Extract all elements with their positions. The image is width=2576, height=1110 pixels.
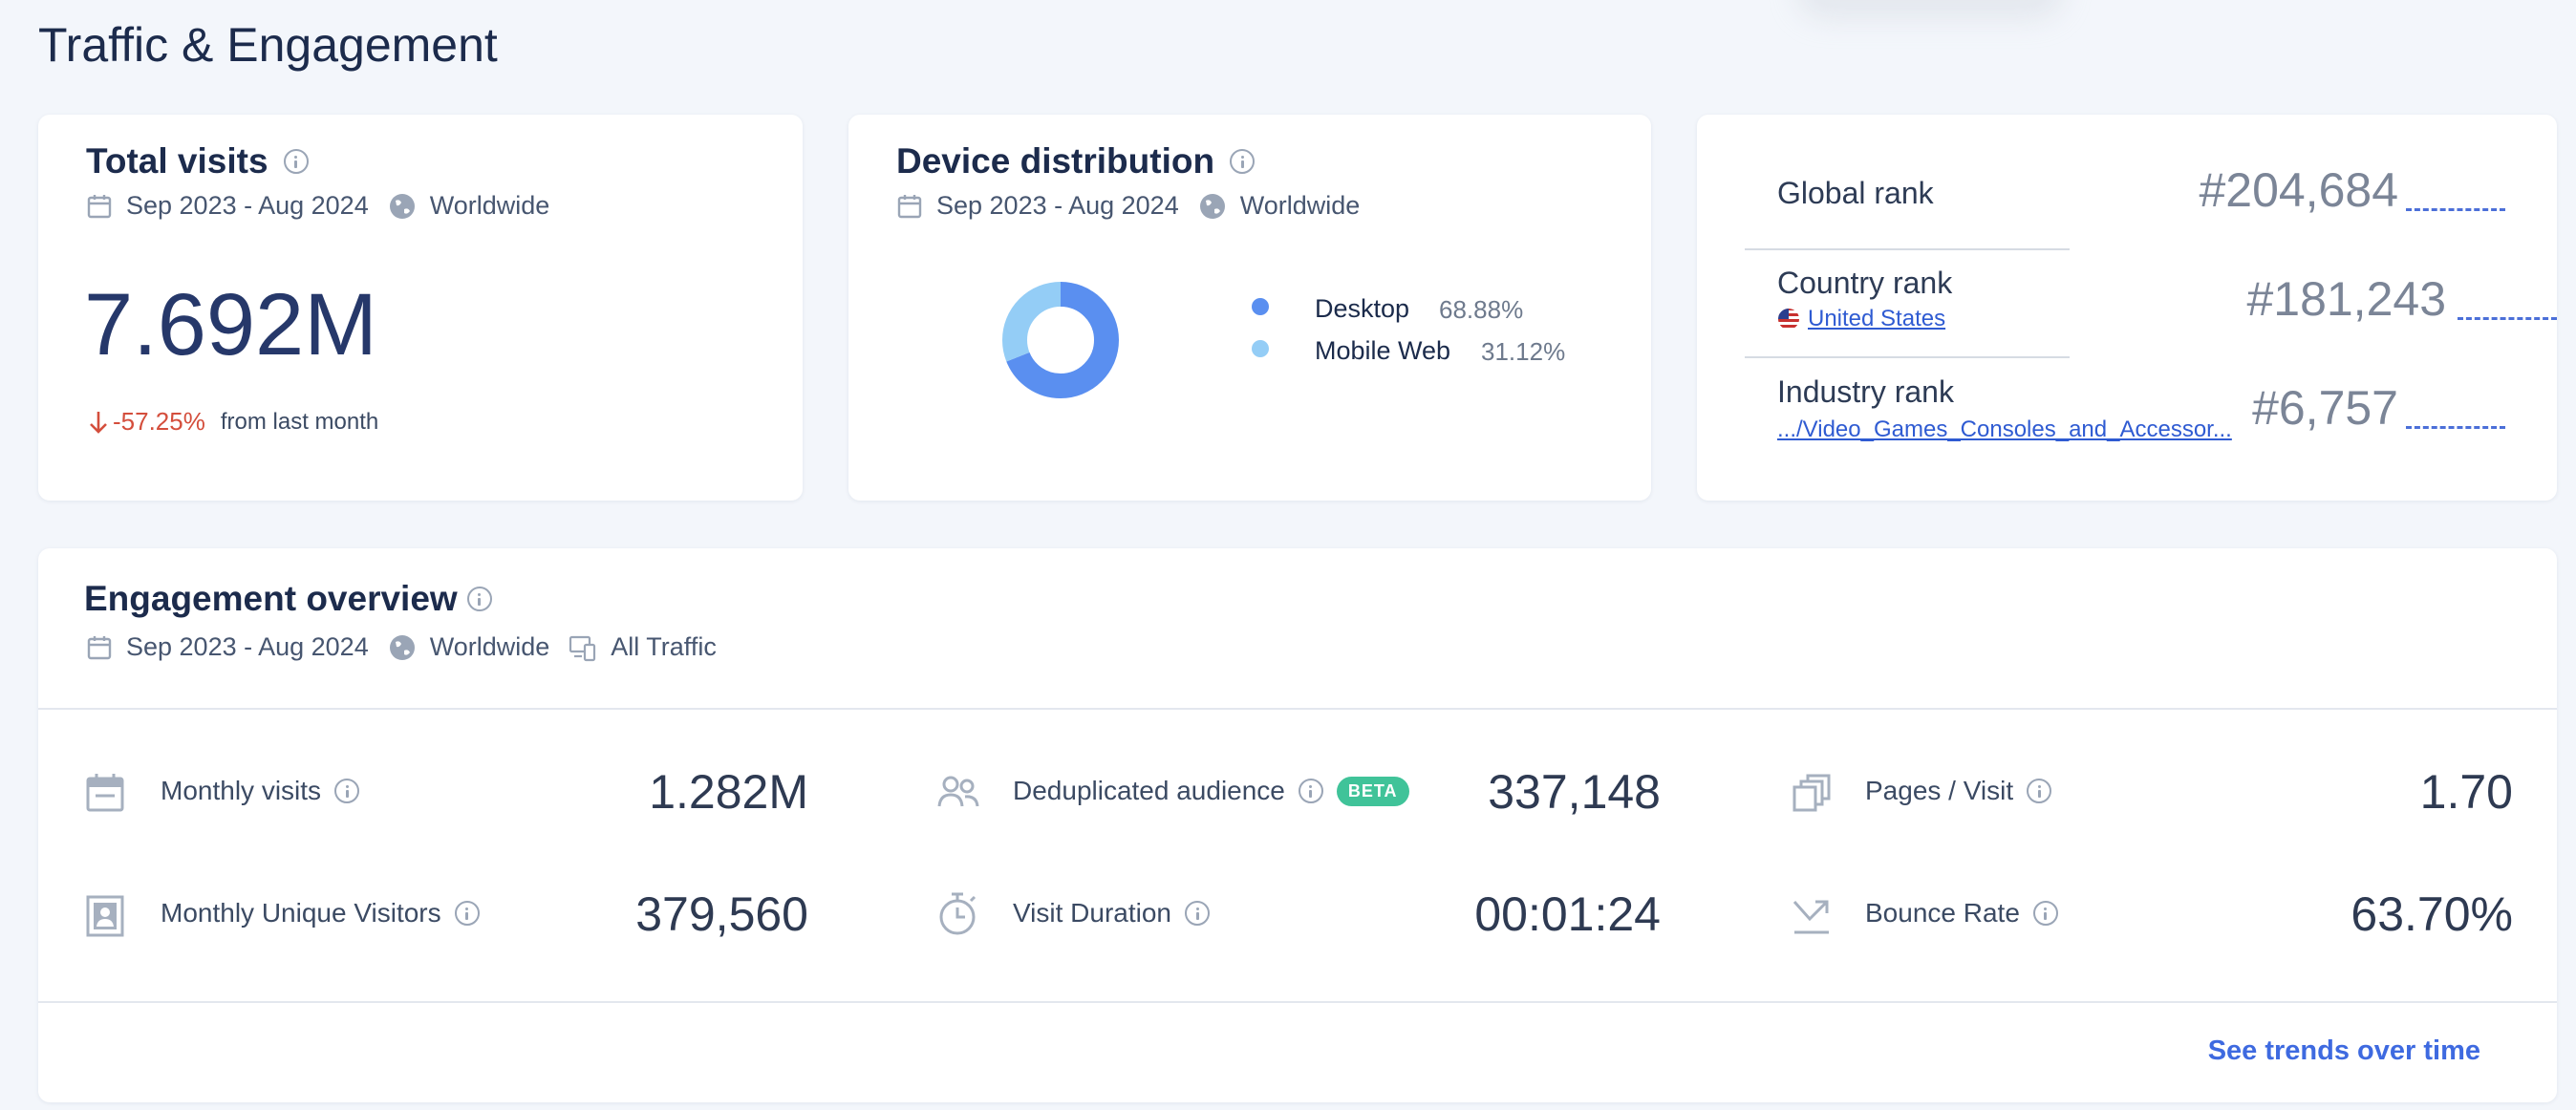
calendar-icon — [87, 194, 112, 218]
desktop-legend-label: Desktop — [1315, 294, 1410, 323]
calendar-icon — [86, 774, 124, 812]
pages-visit-value: 1.70 — [2419, 765, 2513, 819]
page-title: Traffic & Engagement — [38, 18, 498, 72]
total-visits-value: 7.692M — [84, 276, 377, 374]
industry-rank-sparkline — [2406, 426, 2505, 429]
monthly-unique-visitors-label: Monthly Unique Visitors — [161, 898, 480, 929]
monthly-unique-visitors-value: 379,560 — [635, 887, 808, 941]
change-note: from last month — [220, 408, 379, 435]
bounce-arrow-icon — [1792, 900, 1829, 934]
see-trends-link[interactable]: See trends over time — [2208, 1035, 2480, 1067]
region-text: Worldwide — [429, 632, 550, 661]
deduplicated-audience-label: Deduplicated audience BETA — [1013, 776, 1409, 806]
country-rank-sparkline — [2458, 317, 2557, 320]
change-percent: -57.25% — [113, 407, 205, 436]
country-rank-value: #181,243 — [2246, 272, 2446, 326]
bounce-rate-value: 63.70% — [2351, 887, 2513, 941]
traffic-text: All Traffic — [611, 632, 717, 661]
desktop-legend-value: 68.88% — [1439, 295, 1524, 324]
total-visits-meta: Sep 2023 - Aug 2024 Worldwide — [86, 191, 549, 221]
monthly-visits-label-text: Monthly visits — [161, 776, 322, 805]
calendar-icon — [897, 194, 922, 218]
engagement-overview-title: Engagement overview — [84, 579, 458, 618]
device-distribution-title: Device distribution — [896, 141, 1215, 181]
period-text: Sep 2023 - Aug 2024 — [936, 191, 1179, 220]
industry-rank-label: Industry rank — [1777, 374, 1954, 409]
floating-element-shadow — [1796, 0, 2064, 19]
calendar-icon — [87, 635, 112, 659]
global-rank-label: Global rank — [1777, 176, 1934, 210]
mobile-web-legend-value: 31.12% — [1481, 337, 1566, 366]
info-icon[interactable] — [1230, 149, 1256, 174]
device-distribution-meta: Sep 2023 - Aug 2024 Worldwide — [896, 191, 1360, 221]
deduplicated-audience-value: 337,148 — [1488, 765, 1661, 819]
info-icon[interactable] — [334, 779, 360, 803]
device-donut-chart — [1002, 282, 1119, 398]
engagement-divider-bottom — [38, 1001, 2557, 1003]
visit-duration-value: 00:01:24 — [1474, 887, 1661, 941]
global-rank-sparkline — [2406, 208, 2505, 211]
deduplicated-audience-label-text: Deduplicated audience — [1013, 776, 1285, 805]
engagement-divider-top — [38, 708, 2557, 710]
total-visits-title: Total visits — [86, 141, 268, 181]
audience-icon — [937, 776, 979, 807]
info-icon[interactable] — [454, 901, 480, 926]
pages-icon — [1792, 774, 1831, 812]
globe-icon — [389, 193, 415, 219]
user-card-icon — [86, 895, 124, 937]
industry-rank-value: #6,757 — [2252, 381, 2398, 435]
visit-duration-label-text: Visit Duration — [1013, 898, 1172, 928]
global-rank-value: #204,684 — [2199, 163, 2398, 217]
device-distribution-card: Device distribution Sep 2023 - Aug 2024 … — [848, 115, 1651, 501]
stopwatch-icon — [939, 892, 977, 935]
desktop-legend-dot — [1252, 298, 1269, 315]
monthly-visits-label: Monthly visits — [161, 776, 360, 806]
devices-icon — [569, 635, 596, 661]
monthly-unique-visitors-label-text: Monthly Unique Visitors — [161, 898, 441, 928]
info-icon[interactable] — [2027, 779, 2052, 803]
info-icon[interactable] — [1298, 779, 1323, 803]
visit-duration-label: Visit Duration — [1013, 898, 1211, 929]
region-text: Worldwide — [429, 191, 550, 220]
globe-icon — [389, 634, 415, 660]
rank-divider — [1745, 248, 2070, 250]
engagement-overview-card: Engagement overview Sep 2023 - Aug 2024 … — [38, 548, 2557, 1102]
mobile-web-legend-label: Mobile Web — [1315, 336, 1451, 365]
bounce-rate-label: Bounce Rate — [1865, 898, 2058, 929]
globe-icon — [1199, 193, 1225, 219]
total-visits-card: Total visits Sep 2023 - Aug 2024 Worldwi… — [38, 115, 803, 501]
bounce-rate-label-text: Bounce Rate — [1865, 898, 2020, 928]
beta-badge: BETA — [1336, 776, 1409, 806]
info-icon[interactable] — [1185, 901, 1211, 926]
rank-divider — [1745, 356, 2070, 358]
country-link[interactable]: United States — [1808, 306, 1945, 332]
arrow-down-icon — [90, 411, 107, 434]
total-visits-change: -57.25% from last month — [88, 407, 378, 437]
info-icon[interactable] — [466, 587, 492, 611]
industry-category-link[interactable]: .../Video_Games_Consoles_and_Accessor... — [1777, 416, 2232, 443]
country-rank-label: Country rank — [1777, 266, 1953, 300]
monthly-visits-value: 1.282M — [649, 765, 808, 819]
region-text: Worldwide — [1239, 191, 1361, 220]
rank-card: Global rank #204,684 Country rank United… — [1697, 115, 2557, 501]
info-icon[interactable] — [283, 149, 309, 174]
us-flag-icon — [1778, 309, 1799, 330]
period-text: Sep 2023 - Aug 2024 — [126, 191, 369, 220]
period-text: Sep 2023 - Aug 2024 — [126, 632, 369, 661]
engagement-meta: Sep 2023 - Aug 2024 Worldwide All Traffi… — [86, 632, 717, 662]
mobile-web-legend-dot — [1252, 340, 1269, 357]
pages-visit-label-text: Pages / Visit — [1865, 776, 2014, 805]
info-icon[interactable] — [2032, 901, 2058, 926]
pages-visit-label: Pages / Visit — [1865, 776, 2052, 806]
